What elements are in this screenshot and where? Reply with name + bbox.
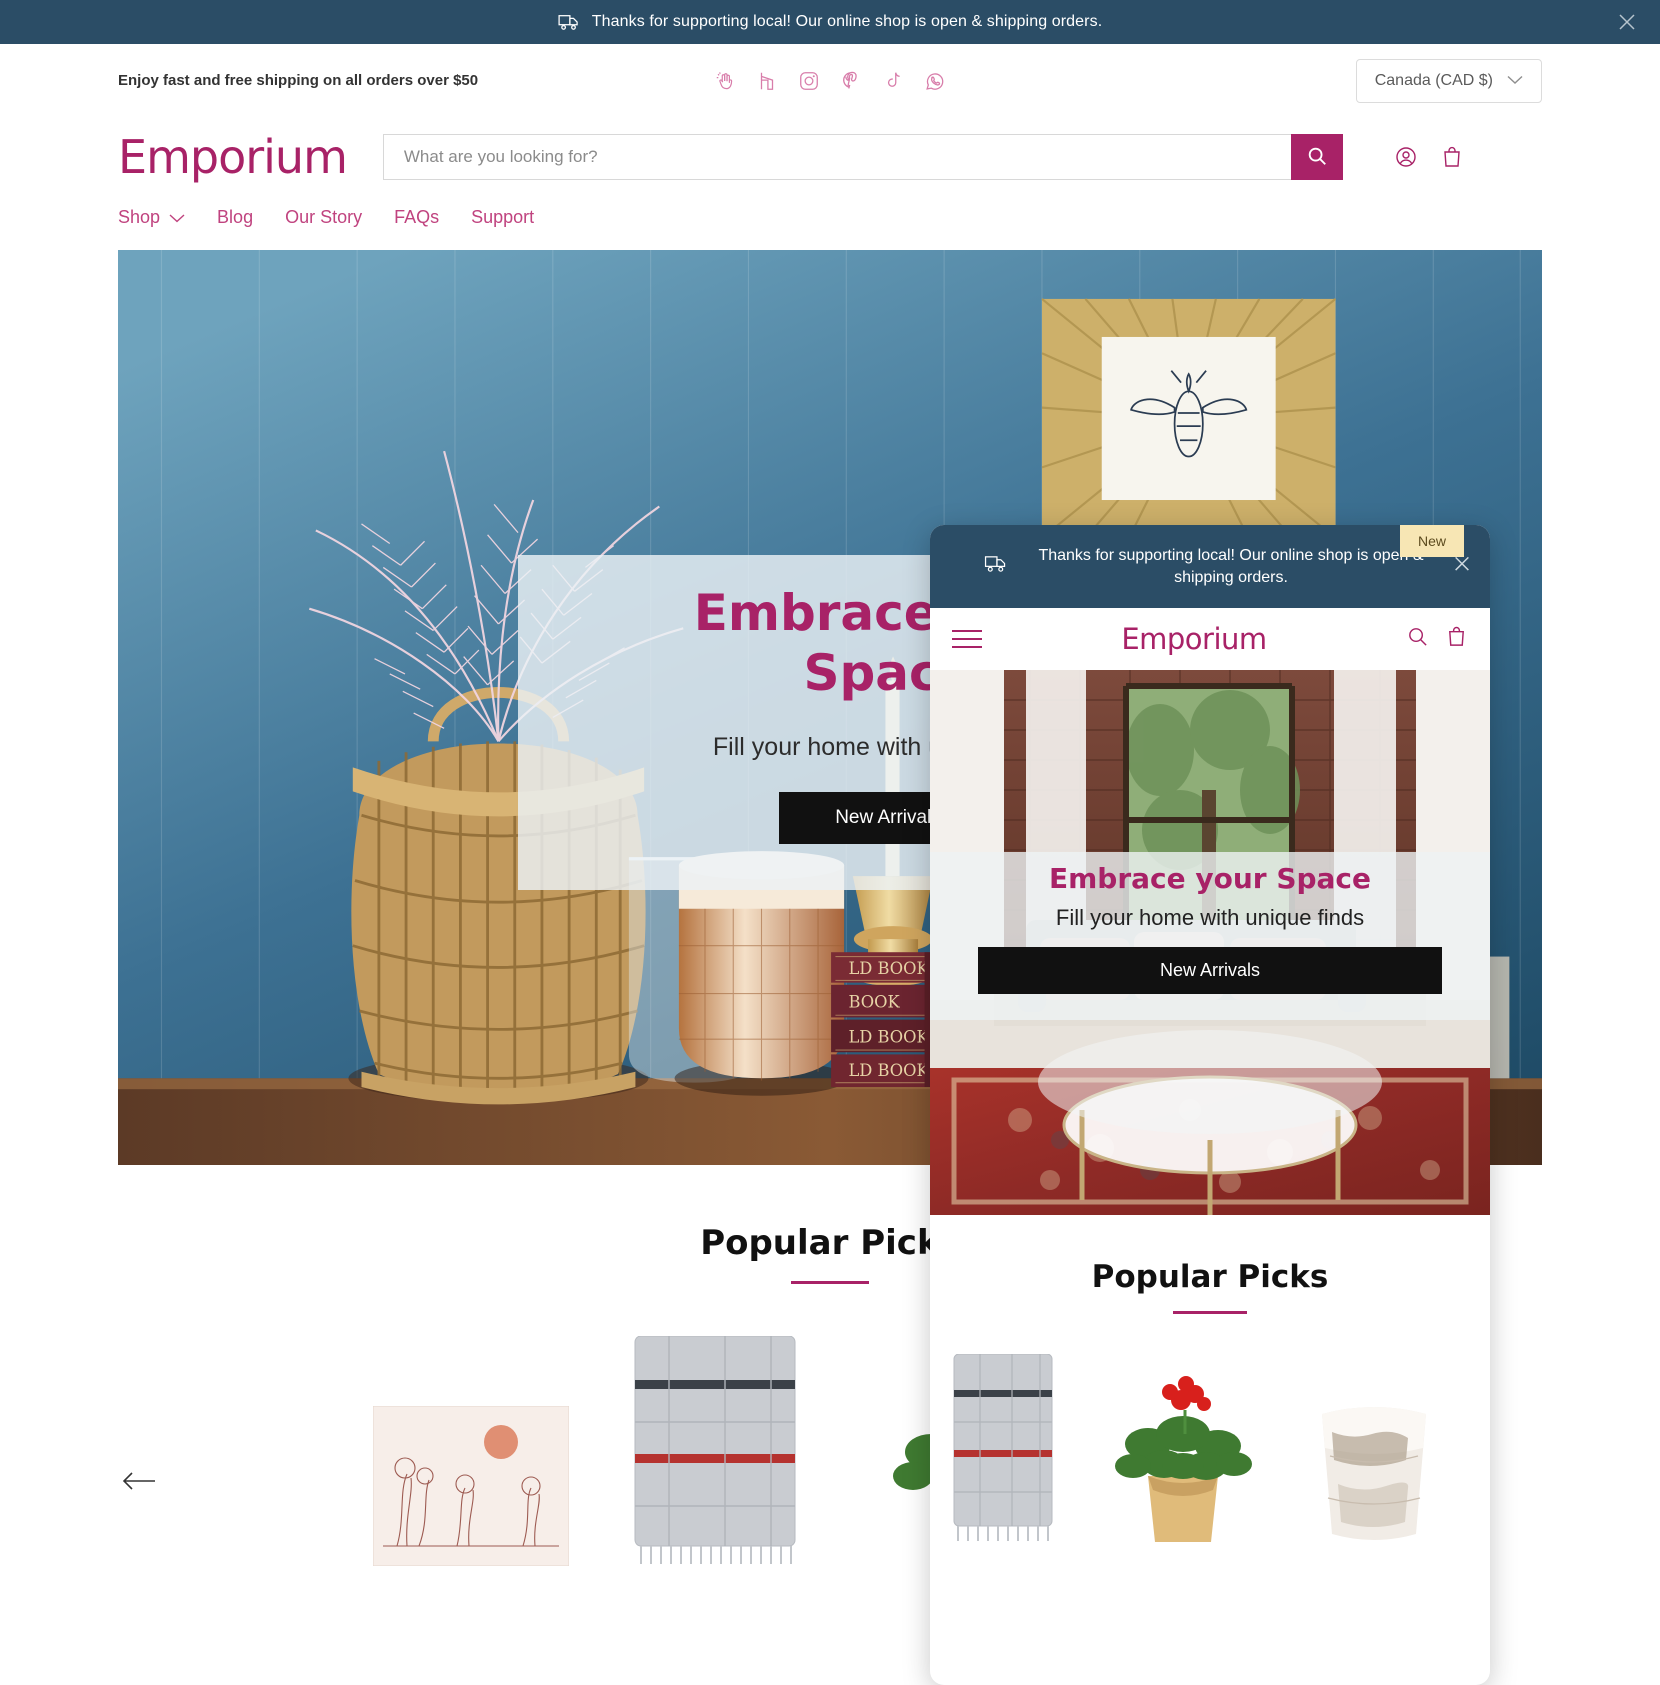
main-header: Emporium [0, 117, 1660, 197]
nav-item-faqs[interactable]: FAQs [394, 207, 439, 228]
mobile-header-icons [1406, 625, 1468, 653]
currency-value: Canada (CAD $) [1374, 71, 1493, 89]
mobile-product-card[interactable] [948, 1353, 1058, 1549]
search-icon [1306, 145, 1328, 170]
bag-icon[interactable] [1439, 144, 1465, 170]
bag-icon[interactable] [1445, 625, 1468, 653]
announcement-text: Thanks for supporting local! Our online … [591, 13, 1103, 30]
hamburger-icon[interactable] [952, 624, 982, 654]
utility-bar: Enjoy fast and free shipping on all orde… [0, 44, 1660, 117]
mobile-announcement-text: Thanks for supporting local! Our online … [1038, 547, 1424, 586]
product-image-ceramic [1322, 1407, 1426, 1541]
mobile-product-card[interactable] [1088, 1344, 1278, 1549]
mobile-hero-cta-button[interactable]: New Arrivals [978, 947, 1442, 995]
nav-label: Shop [118, 207, 161, 227]
product-card[interactable] [625, 1335, 805, 1571]
shipping-message: Enjoy fast and free shipping on all orde… [118, 72, 479, 89]
nav-item-support[interactable]: Support [471, 207, 534, 228]
product-image-plant [1115, 1376, 1252, 1543]
mobile-header: Emporium [930, 608, 1490, 671]
mobile-site-logo[interactable]: Emporium [1121, 622, 1267, 656]
svg-text:LD BOOK: LD BOOK [848, 1027, 929, 1046]
svg-text:LD BOOK: LD BOOK [848, 1061, 929, 1080]
social-links [710, 66, 950, 96]
truck-icon [984, 554, 1008, 580]
nav-label: Our Story [285, 207, 363, 227]
nav-label: FAQs [394, 207, 440, 227]
currency-selector[interactable]: Canada (CAD $) [1355, 58, 1542, 103]
search-input[interactable] [382, 134, 1291, 180]
product-card[interactable] [372, 1405, 570, 1571]
nav-label: Blog [217, 207, 254, 227]
close-icon[interactable] [1452, 553, 1472, 580]
chevron-down-icon [169, 207, 185, 228]
close-icon[interactable] [1616, 11, 1638, 33]
nav-item-shop[interactable]: Shop [118, 207, 185, 228]
svg-text:LD BOOK: LD BOOK [848, 959, 929, 978]
product-image-art-print [372, 1405, 570, 1567]
nav-item-blog[interactable]: Blog [217, 207, 253, 228]
whatsapp-icon[interactable] [920, 66, 950, 96]
announcement-bar: Thanks for supporting local! Our online … [0, 0, 1660, 44]
arrow-left-icon[interactable] [122, 1464, 156, 1498]
nav-item-our-story[interactable]: Our Story [285, 207, 362, 228]
instagram-icon[interactable] [794, 66, 824, 96]
mobile-hero-banner: Embrace your Space Fill your home with u… [930, 670, 1490, 1216]
product-image-blanket [953, 1353, 1053, 1542]
clap-icon[interactable] [710, 66, 740, 96]
chevron-down-icon [1507, 72, 1523, 90]
account-icon[interactable] [1393, 144, 1419, 170]
truck-icon [558, 13, 580, 31]
mobile-preview-card: Thanks for supporting local! Our online … [930, 525, 1490, 1685]
header-icons [1393, 144, 1465, 170]
mobile-hero-title: Embrace your Space [1048, 862, 1372, 896]
product-image-blanket [634, 1335, 796, 1564]
search-bar [382, 134, 1343, 180]
mobile-popular-picks-section: Popular Picks New [930, 525, 1490, 1549]
mobile-hero-subtitle: Fill your home with unique finds [1055, 905, 1365, 931]
nav-label: Support [471, 207, 535, 227]
svg-text:BOOK: BOOK [848, 993, 900, 1012]
mobile-product-card[interactable] [1308, 1374, 1438, 1549]
search-submit-button[interactable] [1290, 134, 1343, 180]
search-icon[interactable] [1406, 625, 1429, 653]
mobile-hero-content: Embrace your Space Fill your home with u… [930, 852, 1490, 995]
primary-nav: Shop Blog Our Story FAQs Support [0, 197, 1660, 250]
new-badge: New [1399, 525, 1464, 557]
mobile-product-row [930, 1314, 1490, 1549]
mobile-popular-picks-heading: Popular Picks [1091, 1259, 1329, 1296]
tiktok-icon[interactable] [878, 66, 908, 96]
section-rule [791, 1281, 869, 1284]
houzz-icon[interactable] [752, 66, 782, 96]
site-logo[interactable]: Emporium [118, 134, 348, 180]
pinterest-icon[interactable] [836, 66, 866, 96]
